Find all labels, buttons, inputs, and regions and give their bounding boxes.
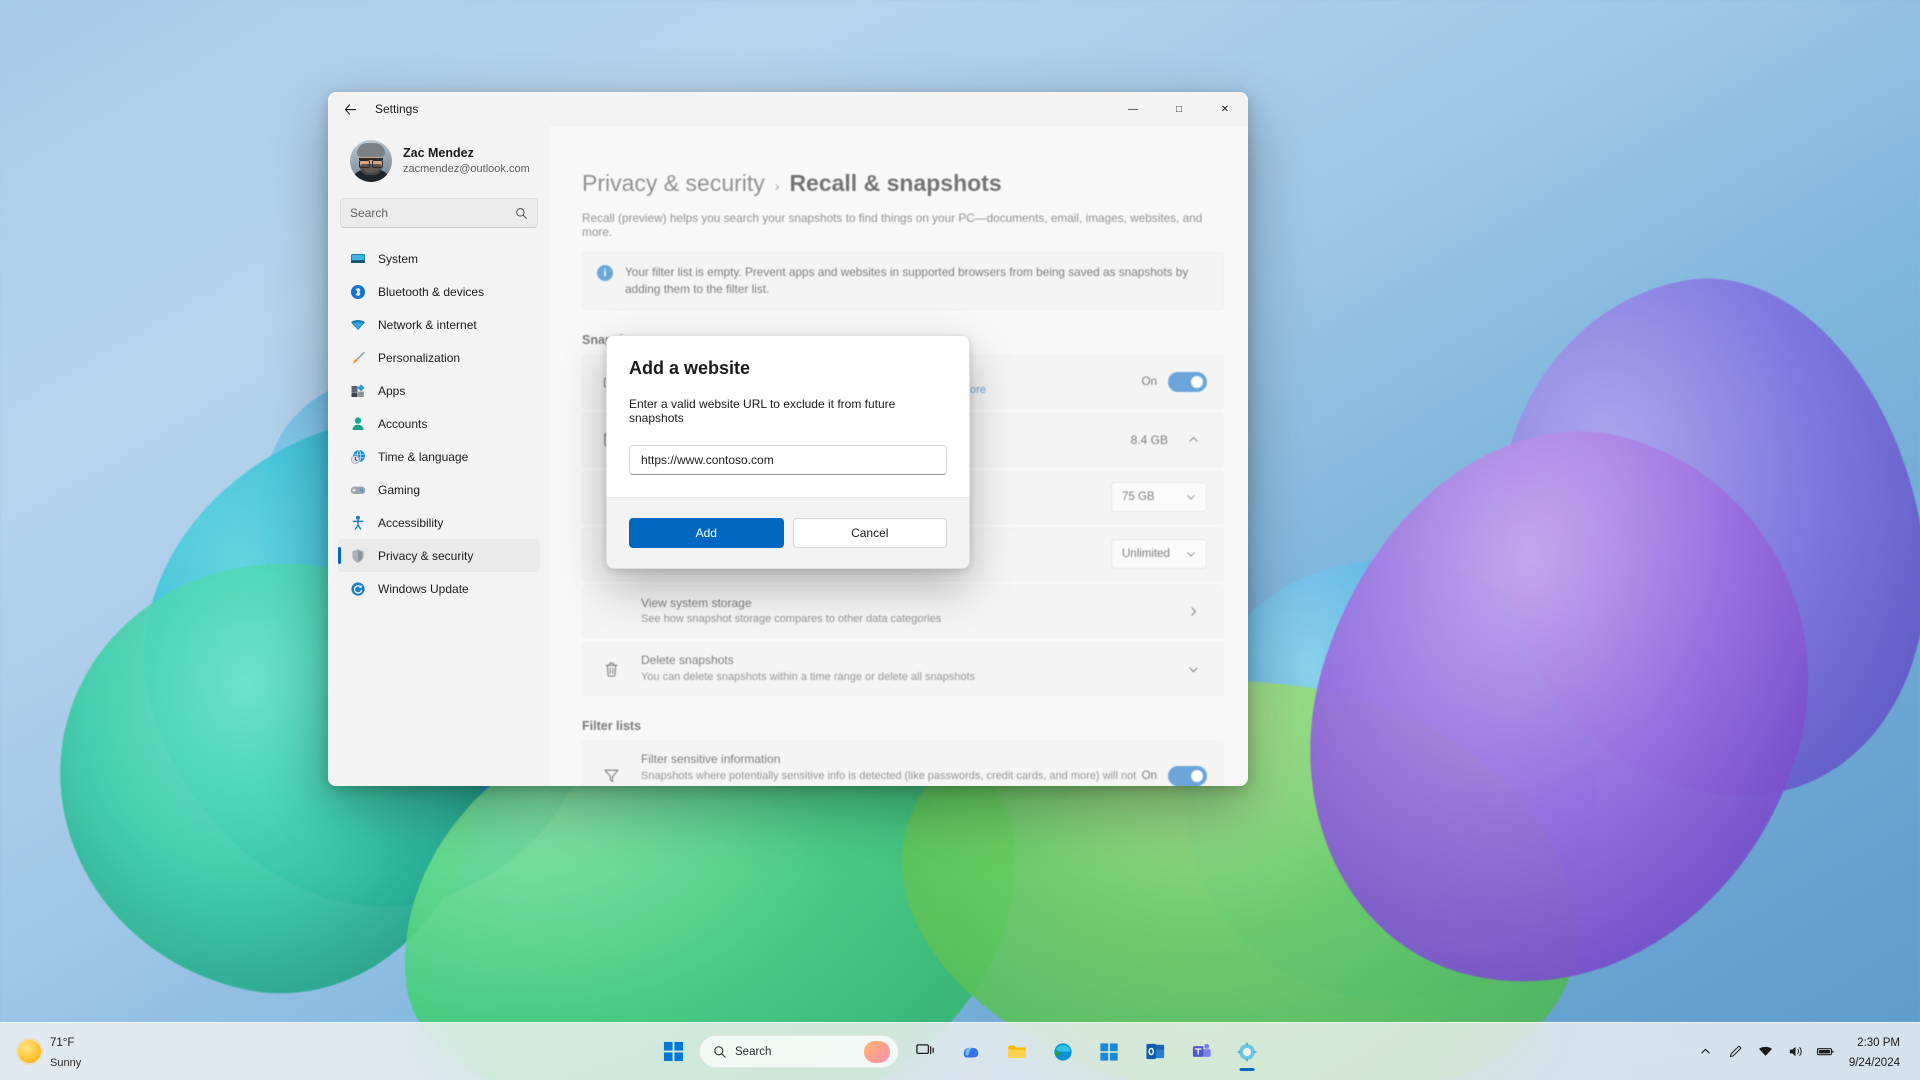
sidebar-nav: System Bluetooth & devices Network & int… (338, 240, 540, 786)
settings-icon[interactable] (1227, 1032, 1267, 1072)
sidebar-item-system[interactable]: System (338, 242, 540, 275)
search-input[interactable] (350, 206, 515, 220)
search-box[interactable] (340, 198, 538, 228)
sidebar-item-accessibility[interactable]: Accessibility (338, 506, 540, 539)
apps-icon (349, 382, 366, 399)
taskbar-search-label: Search (735, 1045, 772, 1058)
edge-icon[interactable] (1043, 1032, 1083, 1072)
task-view-icon[interactable] (905, 1032, 945, 1072)
weather-temperature: 71°F (50, 1036, 75, 1049)
sidebar-item-apps[interactable]: Apps (338, 374, 540, 407)
dialog-footer: Add Cancel (607, 497, 969, 568)
clock[interactable]: 2:30 PM 9/24/2024 (1843, 1032, 1908, 1072)
volume-icon[interactable] (1783, 1036, 1809, 1068)
title-bar: Settings — □ ✕ (328, 92, 1248, 126)
sidebar-item-bluetooth-devices[interactable]: Bluetooth & devices (338, 275, 540, 308)
account-block[interactable]: Zac Mendez zacmendez@outlook.com (338, 126, 540, 194)
maximize-button[interactable]: □ (1156, 92, 1202, 126)
dialog-description: Enter a valid website URL to exclude it … (629, 397, 896, 425)
wifi-icon (349, 316, 366, 333)
teams-icon[interactable] (1181, 1032, 1221, 1072)
file-explorer-icon[interactable] (997, 1032, 1037, 1072)
sidebar-item-privacy-security[interactable]: Privacy & security (338, 539, 540, 572)
sidebar-item-label: Privacy & security (378, 548, 474, 563)
weather-widget[interactable]: 71°F Sunny (0, 1032, 210, 1072)
sidebar-item-label: Personalization (378, 350, 461, 365)
sun-icon (18, 1040, 41, 1063)
close-button[interactable]: ✕ (1202, 92, 1248, 126)
website-url-input[interactable] (641, 453, 935, 467)
search-icon (515, 207, 528, 220)
sidebar-item-gaming[interactable]: Gaming (338, 473, 540, 506)
paintbrush-icon (349, 349, 366, 366)
dialog-body: Add a website Enter a valid website URL … (607, 336, 969, 497)
clock-time: 2:30 PM (1857, 1036, 1900, 1049)
caption-buttons: — □ ✕ (1110, 92, 1248, 126)
bluetooth-icon (349, 283, 366, 300)
taskbar: 71°F Sunny Search 2:30 PM 9/24/2024 (0, 1022, 1920, 1080)
add-website-dialog: Add a website Enter a valid website URL … (606, 335, 970, 569)
system-tray: 2:30 PM 9/24/2024 (1693, 1023, 1920, 1080)
sidebar-item-windows-update[interactable]: Windows Update (338, 572, 540, 605)
sidebar-item-label: Windows Update (378, 581, 469, 596)
search-icon (713, 1045, 727, 1059)
sidebar: Zac Mendez zacmendez@outlook.com System (328, 126, 550, 786)
person-icon (349, 415, 366, 432)
system-icon (349, 250, 366, 267)
outlook-icon[interactable] (1135, 1032, 1175, 1072)
shield-icon (349, 547, 366, 564)
sidebar-item-label: Apps (378, 383, 406, 398)
minimize-button[interactable]: — (1110, 92, 1156, 126)
sidebar-item-label: Network & internet (378, 317, 477, 332)
copilot-icon[interactable] (951, 1032, 991, 1072)
gamepad-icon (349, 481, 366, 498)
window-title: Settings (375, 102, 419, 116)
taskbar-search[interactable]: Search (699, 1035, 899, 1068)
search-highlight-badge (864, 1040, 890, 1063)
start-button[interactable] (653, 1032, 693, 1072)
cancel-button[interactable]: Cancel (792, 518, 947, 548)
sidebar-item-label: Gaming (378, 482, 421, 497)
sidebar-item-label: Accounts (378, 416, 428, 431)
sidebar-item-label: Accessibility (378, 515, 444, 530)
tray-chevron-up-icon[interactable] (1693, 1036, 1719, 1068)
weather-condition: Sunny (50, 1056, 82, 1069)
accessibility-icon (349, 514, 366, 531)
update-icon (349, 580, 366, 597)
avatar (350, 140, 392, 182)
back-button[interactable] (334, 93, 366, 125)
sidebar-item-label: System (378, 251, 419, 266)
pen-icon[interactable] (1723, 1036, 1749, 1068)
sidebar-item-label: Time & language (378, 449, 469, 464)
sidebar-item-accounts[interactable]: Accounts (338, 407, 540, 440)
taskbar-center-group: Search (653, 1032, 1267, 1072)
website-url-field[interactable] (629, 445, 947, 475)
microsoft-store-icon[interactable] (1089, 1032, 1129, 1072)
account-email: zacmendez@outlook.com (403, 162, 530, 175)
sidebar-item-personalization[interactable]: Personalization (338, 341, 540, 374)
sidebar-item-label: Bluetooth & devices (378, 284, 485, 299)
sidebar-item-network-internet[interactable]: Network & internet (338, 308, 540, 341)
add-button[interactable]: Add (629, 518, 784, 548)
clock-globe-icon (349, 448, 366, 465)
dialog-title: Add a website (629, 358, 751, 378)
network-icon[interactable] (1753, 1036, 1779, 1068)
clock-date: 9/24/2024 (1848, 1056, 1900, 1069)
account-name: Zac Mendez (403, 146, 474, 161)
battery-icon[interactable] (1813, 1036, 1839, 1068)
sidebar-item-time-language[interactable]: Time & language (338, 440, 540, 473)
